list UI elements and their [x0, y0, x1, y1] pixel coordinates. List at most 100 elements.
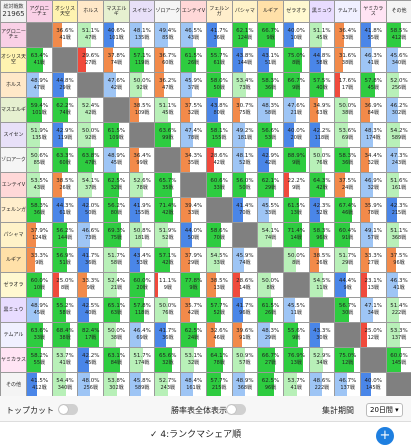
matchup-cell[interactable]: 35.9% 78戦 — [359, 197, 387, 223]
matchup-cell[interactable]: 45.9% 74戦 — [231, 247, 259, 273]
matchup-cell[interactable]: 66.7% 9戦 — [257, 22, 284, 48]
matchup-cell[interactable]: 43.4% 53戦 — [128, 247, 156, 273]
matchup-cell[interactable]: 63.3% 60戦 — [51, 147, 79, 173]
matchup-cell[interactable]: 49.2% 181戦 — [231, 122, 259, 148]
column-header[interactable]: マスエルギ — [103, 0, 130, 23]
matchup-cell[interactable]: 25.0% 12戦 — [359, 322, 387, 348]
column-header[interactable]: テムアル — [334, 0, 361, 23]
matchup-cell[interactable]: 58.2% 55戦 — [26, 347, 53, 373]
matchup-cell[interactable]: 42.3% 215戦 — [385, 197, 411, 223]
matchup-cell[interactable]: 17.6% 17戦 — [334, 72, 361, 98]
matchup-cell[interactable]: 49.1% 57戦 — [359, 222, 387, 248]
matchup-cell[interactable]: 56.7% 30戦 — [334, 297, 361, 323]
matchup-cell[interactable]: 48.9% 47戦 — [26, 72, 53, 98]
matchup-cell[interactable]: 76.9% 13戦 — [282, 347, 310, 373]
matchup-cell[interactable]: 44.8% 58戦 — [308, 47, 336, 73]
matchup-cell[interactable]: 53.1% 32戦 — [180, 347, 207, 373]
matchup-cell[interactable]: 46.2% 302戦 — [385, 97, 411, 123]
matchup-cell[interactable]: 53.3% 137戦 — [385, 322, 411, 348]
matchup-cell[interactable]: 51.1% 45戦 — [308, 22, 336, 48]
matchup-cell[interactable]: 52.4% 42戦 — [77, 97, 105, 123]
matchup-cell[interactable]: 36.4% 99戦 — [128, 147, 156, 173]
row-header[interactable]: ヤミカラス — [0, 347, 27, 373]
matchup-cell[interactable]: 50.0% 76戦 — [308, 147, 336, 173]
matchup-cell[interactable]: 60.6% 33戦 — [205, 172, 233, 198]
matchup-cell[interactable]: 33.3% 27戦 — [359, 247, 387, 273]
matchup-cell[interactable]: 41.7% 36戦 — [77, 247, 105, 273]
matchup-cell[interactable]: 71.4% 42戦 — [154, 197, 182, 223]
matchup-cell[interactable]: 46.3% 41戦 — [359, 47, 387, 73]
matchup-cell[interactable]: 48.9% 45戦 — [103, 147, 130, 173]
matchup-cell[interactable]: 57.8% 45戦 — [359, 72, 387, 98]
matchup-cell[interactable]: 60.0% 10戦 — [26, 272, 53, 298]
matchup-cell[interactable]: 38.5% 26戦 — [51, 172, 79, 198]
matchup-cell[interactable]: 23.1% 13戦 — [359, 272, 387, 298]
matchup-cell[interactable]: 43.3% 30戦 — [308, 322, 336, 348]
matchup-cell[interactable]: 32.6% 46戦 — [205, 322, 233, 348]
matchup-cell[interactable]: 69.3% 75戦 — [103, 222, 130, 248]
matchup-cell[interactable]: 67.4% 46戦 — [334, 197, 361, 223]
sort-bar[interactable]: ✓ 4:ランクマシェア順 — [0, 421, 411, 441]
matchup-cell[interactable]: 44.4% 9戦 — [334, 272, 361, 298]
matchup-cell[interactable]: 66.7% 27戦 — [257, 347, 284, 373]
matchup-cell[interactable]: 58.1% 155戦 — [205, 122, 233, 148]
matchup-cell[interactable]: 71.4% 14戦 — [282, 222, 310, 248]
matchup-cell[interactable]: 57.7% 52戦 — [205, 297, 233, 323]
column-header[interactable]: エンテイV — [180, 0, 207, 23]
column-header[interactable]: フェルンガ — [205, 0, 233, 23]
matchup-cell[interactable]: 36.7% 60戦 — [154, 47, 182, 73]
matchup-cell[interactable]: 51.9% 135戦 — [26, 122, 53, 148]
matchup-cell[interactable]: 54.4% 340戦 — [51, 372, 79, 398]
matchup-cell[interactable]: 40.0% 145戦 — [359, 372, 387, 398]
matchup-cell[interactable]: 25.0% 8戦 — [51, 272, 79, 298]
matchup-cell[interactable]: 62.2% 74戦 — [51, 97, 79, 123]
matchup-cell[interactable]: 41.7% 36戦 — [205, 22, 233, 48]
matchup-cell[interactable]: 53.6% 69戦 — [334, 122, 361, 148]
matchup-cell[interactable]: 31.6% 38戦 — [334, 47, 361, 73]
matchup-cell[interactable]: 47.1% 34戦 — [359, 297, 387, 323]
matchup-cell[interactable]: 47.6% 42戦 — [103, 72, 130, 98]
matchup-cell[interactable]: 50.0% 38戦 — [334, 97, 361, 123]
matchup-cell[interactable]: 75.0% 12戦 — [334, 347, 361, 373]
matchup-cell[interactable]: 42.2% 118戦 — [308, 122, 336, 148]
matchup-cell[interactable]: 55.7% 61戦 — [205, 47, 233, 73]
matchup-cell[interactable]: 51.9% 52戦 — [154, 222, 182, 248]
row-header[interactable]: ゾロアーク — [0, 147, 27, 173]
matchup-cell[interactable]: 56.9% 51戦 — [51, 247, 79, 273]
matchup-cell[interactable]: 37.8% 74戦 — [103, 47, 130, 73]
matchup-cell[interactable]: 51.1% 47戦 — [77, 22, 105, 48]
matchup-cell[interactable]: 48.3% 58戦 — [257, 97, 284, 123]
matchup-cell[interactable]: 37.5% 96戦 — [385, 247, 411, 273]
matchup-cell[interactable]: 41.7% 36戦 — [154, 322, 182, 348]
matchup-cell[interactable]: 43.1% 51戦 — [257, 47, 284, 73]
matchup-cell[interactable]: 55.2% 58戦 — [51, 297, 79, 323]
matchup-cell[interactable]: 51.7% 29戦 — [334, 247, 361, 273]
matchup-cell[interactable]: 51.7% 58戦 — [103, 247, 130, 273]
matchup-cell[interactable]: 66.7% 9戦 — [282, 72, 310, 98]
column-header[interactable]: アグロニーチェ — [26, 0, 53, 23]
matchup-cell[interactable]: 44.8% 29戦 — [51, 72, 79, 98]
sort-label[interactable]: ✓ 4:ランクマシェア順 — [150, 427, 241, 440]
matchup-cell[interactable]: 44.3% 61戦 — [51, 197, 79, 223]
matchup-cell[interactable]: 48.3% 174戦 — [359, 122, 387, 148]
matchup-cell[interactable]: 41.9% 155戦 — [128, 197, 156, 223]
matchup-cell[interactable]: 50.0% 38戦 — [103, 322, 130, 348]
matchup-cell[interactable]: 53.5% 43戦 — [26, 172, 53, 198]
matchup-cell[interactable]: 34.9% 63戦 — [308, 97, 336, 123]
matchup-cell[interactable]: 61.5% 13戦 — [282, 197, 310, 223]
matchup-cell[interactable]: 42.9% 42戦 — [257, 147, 284, 173]
matchup-cell[interactable]: 59.4% 101戦 — [26, 97, 53, 123]
matchup-cell[interactable]: 61.5% 26戦 — [257, 297, 284, 323]
matchup-cell[interactable]: 45.6% 340戦 — [385, 47, 411, 73]
matchup-cell[interactable]: 50.8% 181戦 — [128, 222, 156, 248]
column-header[interactable]: 黒ミュウ — [308, 0, 336, 23]
add-button[interactable]: + — [376, 427, 394, 445]
matchup-cell[interactable]: 56.0% 50戦 — [231, 172, 259, 198]
column-header[interactable]: ホルス — [77, 0, 105, 23]
matchup-cell[interactable]: 50.0% 76戦 — [154, 297, 182, 323]
matchup-cell[interactable]: 37.9% 124戦 — [26, 222, 53, 248]
matchup-cell[interactable]: 36.9% 84戦 — [359, 97, 387, 123]
matchup-cell[interactable]: 50.6% 85戦 — [26, 147, 53, 173]
matchup-cell[interactable]: 62.1% 29戦 — [257, 172, 284, 198]
matchup-cell[interactable]: 62.5% 96戦 — [257, 372, 284, 398]
